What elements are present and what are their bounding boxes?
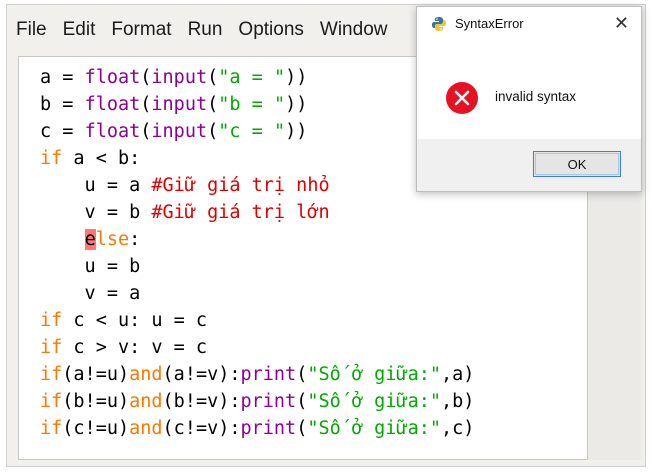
python-icon: [432, 17, 446, 31]
code-token: "b = ": [218, 94, 286, 115]
error-icon: [446, 82, 478, 114]
code-token: c > v: v = c: [62, 337, 208, 358]
dialog-title: SyntaxError: [455, 16, 524, 31]
code-token: float: [84, 94, 141, 115]
code-token: v = a: [40, 283, 141, 304]
code-token: ,c): [441, 418, 475, 439]
code-line[interactable]: else:: [40, 226, 474, 253]
dialog-footer: OK: [417, 139, 641, 191]
code-token: )): [285, 121, 308, 142]
menu-format[interactable]: Format: [111, 19, 171, 41]
code-token: (: [296, 391, 308, 412]
code-token: u = b: [40, 256, 141, 277]
code-token: #Giữ giá trị lớn: [151, 202, 330, 223]
dialog-title-bar: SyntaxError ✕: [417, 7, 641, 41]
code-line[interactable]: u = b: [40, 253, 474, 280]
code-token: "c = ": [218, 121, 286, 142]
code-line[interactable]: c = float(input("c = ")): [40, 118, 474, 145]
code-token: "Số ở giữa:": [307, 418, 441, 439]
code-token: (: [296, 418, 308, 439]
code-token: a =: [40, 67, 85, 88]
code-line[interactable]: b = float(input("b = ")): [40, 91, 474, 118]
code-token: (c!=u): [62, 418, 130, 439]
code-line[interactable]: a = float(input("a = ")): [40, 64, 474, 91]
code-token: if: [40, 148, 63, 169]
code-token: (: [296, 364, 308, 385]
error-message: invalid syntax: [495, 89, 577, 104]
code-token: print: [240, 364, 297, 385]
syntax-error-dialog: SyntaxError ✕ invalid syntax OK: [416, 6, 642, 192]
menu-options[interactable]: Options: [238, 19, 303, 41]
code-token: and: [129, 418, 163, 439]
code-token: )): [285, 94, 308, 115]
code-token: and: [129, 364, 163, 385]
code-token: v = b: [40, 202, 152, 223]
code-token: "Số ở giữa:": [307, 364, 441, 385]
code-token: ,a): [441, 364, 475, 385]
code-token: (a!=v):: [162, 364, 241, 385]
code-token: ,b): [441, 391, 475, 412]
code-token: if: [40, 418, 63, 439]
menu-edit[interactable]: Edit: [63, 19, 96, 41]
code-token: a < b:: [62, 148, 141, 169]
code-line[interactable]: if c > v: v = c: [40, 334, 474, 361]
code-token: and: [129, 391, 163, 412]
code-text[interactable]: a = float(input("a = ")) b = float(input(…: [40, 64, 474, 442]
menu-file[interactable]: File: [16, 19, 47, 41]
code-line[interactable]: u = a #Giữ giá trị nhỏ: [40, 172, 474, 199]
code-token: (: [140, 67, 152, 88]
code-token: "a = ": [218, 67, 286, 88]
code-token: "Số ở giữa:": [307, 391, 441, 412]
code-token: float: [84, 67, 141, 88]
code-token: u = a: [40, 175, 152, 196]
code-token: (c!=v):: [162, 418, 241, 439]
code-token: #Giữ giá trị nhỏ: [151, 175, 330, 196]
code-token: float: [84, 121, 141, 142]
menu-bar: File Edit Format Run Options Window: [6, 4, 436, 56]
code-token: print: [240, 418, 297, 439]
code-token: (a!=u): [62, 364, 130, 385]
code-line[interactable]: if(a!=u)and(a!=v):print("Số ở giữa:",a): [40, 361, 474, 388]
code-token: input: [151, 94, 208, 115]
close-icon[interactable]: ✕: [614, 13, 629, 34]
code-line[interactable]: if(c!=u)and(c!=v):print("Số ở giữa:",c): [40, 415, 474, 442]
code-token: if: [40, 364, 63, 385]
code-token: (: [140, 121, 152, 142]
code-token: (b!=v):: [162, 391, 241, 412]
error-highlight: e: [84, 229, 96, 250]
code-token: c < u: u = c: [62, 310, 208, 331]
code-token: (: [207, 67, 219, 88]
ok-button[interactable]: OK: [533, 151, 621, 177]
code-token: input: [151, 67, 208, 88]
code-token: lse: [95, 229, 130, 250]
code-token: (: [207, 94, 219, 115]
code-token: (: [207, 121, 219, 142]
menu-run[interactable]: Run: [188, 19, 223, 41]
code-token: if: [40, 391, 63, 412]
code-token: (b!=u): [62, 391, 130, 412]
code-token: input: [151, 121, 208, 142]
code-token: if: [40, 310, 63, 331]
code-token: )): [285, 67, 308, 88]
code-token: c =: [40, 121, 85, 142]
code-line[interactable]: v = b #Giữ giá trị lớn: [40, 199, 474, 226]
code-token: if: [40, 337, 63, 358]
menu-window[interactable]: Window: [320, 19, 388, 41]
code-token: :: [129, 229, 141, 250]
code-token: print: [240, 391, 297, 412]
code-line[interactable]: if a < b:: [40, 145, 474, 172]
code-token: (: [140, 94, 152, 115]
code-token: b =: [40, 94, 85, 115]
code-line[interactable]: v = a: [40, 280, 474, 307]
code-line[interactable]: if(b!=u)and(b!=v):print("Số ở giữa:",b): [40, 388, 474, 415]
code-line[interactable]: if c < u: u = c: [40, 307, 474, 334]
